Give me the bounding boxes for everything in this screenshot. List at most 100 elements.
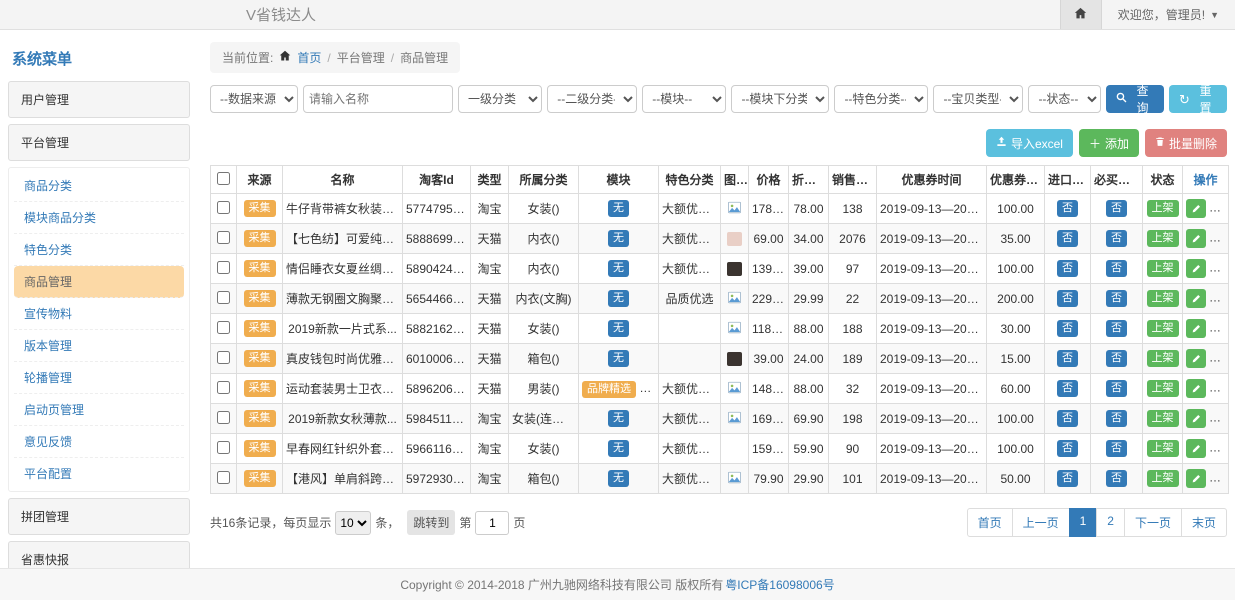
import-select-cell: 否 (1045, 254, 1091, 284)
per-page-select[interactable]: 10 (335, 511, 371, 535)
pager-page-2[interactable]: 2 (1096, 508, 1125, 537)
status-badge[interactable]: 上架 (1147, 320, 1179, 337)
import-toggle-badge[interactable]: 否 (1057, 320, 1078, 337)
welcome-dropdown[interactable]: 欢迎您，管理员! ▼ (1102, 0, 1235, 29)
icon-cell (721, 464, 749, 494)
sidebar-group-0[interactable]: 用户管理 (8, 81, 190, 118)
import-toggle-badge[interactable]: 否 (1057, 410, 1078, 427)
sidebar-item-4[interactable]: 特色分类 (14, 234, 184, 266)
import-toggle-badge[interactable]: 否 (1057, 350, 1078, 367)
row-checkbox[interactable] (217, 381, 230, 394)
row-checkbox[interactable] (217, 471, 230, 484)
must-buy-toggle-badge[interactable]: 否 (1106, 260, 1127, 277)
breadcrumb-home-link[interactable]: 首页 (297, 49, 321, 66)
must-buy-toggle-badge[interactable]: 否 (1106, 320, 1127, 337)
home-button[interactable] (1060, 0, 1102, 29)
edit-button[interactable] (1186, 349, 1206, 368)
sidebar-item-6[interactable]: 宣传物料 (14, 298, 184, 330)
status-select[interactable]: --状态-- (1028, 85, 1101, 113)
sidebar-item-7[interactable]: 版本管理 (14, 330, 184, 362)
level1-category-select[interactable]: 一级分类 (458, 85, 542, 113)
sidebar-group-1[interactable]: 平台管理 (8, 124, 190, 161)
status-badge[interactable]: 上架 (1147, 260, 1179, 277)
add-button[interactable]: ＋ 添加 (1079, 129, 1139, 157)
must-buy-toggle-badge[interactable]: 否 (1106, 440, 1127, 457)
sidebar-group-12[interactable]: 拼团管理 (8, 498, 190, 535)
edit-button[interactable] (1186, 229, 1206, 248)
sidebar-item-3[interactable]: 模块商品分类 (14, 202, 184, 234)
pager-next[interactable]: 下一页 (1124, 508, 1182, 537)
icp-link[interactable]: 粤ICP备16098006号 (725, 576, 834, 593)
table-row: 采集运动套装男士卫衣初秋...589620659791天猫男装()品牌精选 爱上… (211, 374, 1229, 404)
must-buy-toggle-badge[interactable]: 否 (1106, 290, 1127, 307)
row-checkbox[interactable] (217, 201, 230, 214)
must-buy-toggle-badge[interactable]: 否 (1106, 230, 1127, 247)
must-buy-toggle-badge[interactable]: 否 (1106, 470, 1127, 487)
import-toggle-badge[interactable]: 否 (1057, 290, 1078, 307)
select-all-checkbox[interactable] (217, 172, 230, 185)
row-checkbox[interactable] (217, 321, 230, 334)
edit-button[interactable] (1186, 379, 1206, 398)
pager-page-1[interactable]: 1 (1069, 508, 1098, 537)
edit-button[interactable] (1186, 439, 1206, 458)
status-badge[interactable]: 上架 (1147, 410, 1179, 427)
data-source-select[interactable]: --数据来源-- (210, 85, 298, 113)
pager-prev[interactable]: 上一页 (1012, 508, 1070, 537)
edit-button[interactable] (1186, 409, 1206, 428)
import-toggle-badge[interactable]: 否 (1057, 440, 1078, 457)
price-cell: 169.90 (749, 404, 789, 434)
row-checkbox[interactable] (217, 351, 230, 364)
edit-button[interactable] (1186, 199, 1206, 218)
edit-button[interactable] (1186, 319, 1206, 338)
batch-delete-button[interactable]: 批量删除 (1145, 129, 1227, 157)
sidebar-item-10[interactable]: 意见反馈 (14, 426, 184, 458)
import-toggle-badge[interactable]: 否 (1057, 260, 1078, 277)
edit-button[interactable] (1186, 259, 1206, 278)
status-badge[interactable]: 上架 (1147, 470, 1179, 487)
search-button[interactable]: 查询 (1106, 85, 1164, 113)
status-badge[interactable]: 上架 (1147, 290, 1179, 307)
must-buy-toggle-badge[interactable]: 否 (1106, 410, 1127, 427)
row-checkbox-cell (211, 404, 237, 434)
status-badge[interactable]: 上架 (1147, 380, 1179, 397)
status-badge[interactable]: 上架 (1147, 350, 1179, 367)
sidebar-item-11[interactable]: 平台配置 (14, 458, 184, 489)
pager-first[interactable]: 首页 (967, 508, 1013, 537)
category-cell: 内衣() (509, 224, 579, 254)
jump-button[interactable]: 跳转到 (407, 510, 455, 535)
import-excel-button[interactable]: 导入excel (986, 129, 1073, 157)
reset-button[interactable]: ↻ 重置 (1169, 85, 1227, 113)
feature-category-select[interactable]: --特色分类-- (834, 85, 928, 113)
must-buy-toggle-badge[interactable]: 否 (1106, 380, 1127, 397)
name-search-input[interactable] (303, 85, 453, 113)
import-toggle-badge[interactable]: 否 (1057, 380, 1078, 397)
sidebar-item-5[interactable]: 商品管理 (14, 266, 184, 298)
module-sub-select[interactable]: --模块下分类-- (731, 85, 829, 113)
sidebar-item-8[interactable]: 轮播管理 (14, 362, 184, 394)
row-checkbox[interactable] (217, 411, 230, 424)
status-badge[interactable]: 上架 (1147, 440, 1179, 457)
sidebar-item-2[interactable]: 商品分类 (14, 170, 184, 202)
sidebar-item-9[interactable]: 启动页管理 (14, 394, 184, 426)
row-checkbox[interactable] (217, 231, 230, 244)
must-buy-toggle-badge[interactable]: 否 (1106, 350, 1127, 367)
import-toggle-badge[interactable]: 否 (1057, 470, 1078, 487)
import-toggle-badge[interactable]: 否 (1057, 200, 1078, 217)
pager-last[interactable]: 末页 (1181, 508, 1227, 537)
row-checkbox[interactable] (217, 291, 230, 304)
row-checkbox[interactable] (217, 261, 230, 274)
item-type-select[interactable]: --宝贝类型-- (933, 85, 1023, 113)
edit-button[interactable] (1186, 289, 1206, 308)
must-buy-toggle-badge[interactable]: 否 (1106, 200, 1127, 217)
page-number-input[interactable] (475, 511, 509, 535)
edit-button[interactable] (1186, 469, 1206, 488)
status-badge[interactable]: 上架 (1147, 200, 1179, 217)
level2-category-select[interactable]: --二级分类-- (547, 85, 637, 113)
import-toggle-badge[interactable]: 否 (1057, 230, 1078, 247)
row-checkbox[interactable] (217, 441, 230, 454)
discount-price-cell: 59.90 (789, 434, 829, 464)
status-badge[interactable]: 上架 (1147, 230, 1179, 247)
page-label-after: 页 (513, 514, 525, 531)
import-select-cell: 否 (1045, 194, 1091, 224)
module-select[interactable]: --模块-- (642, 85, 726, 113)
